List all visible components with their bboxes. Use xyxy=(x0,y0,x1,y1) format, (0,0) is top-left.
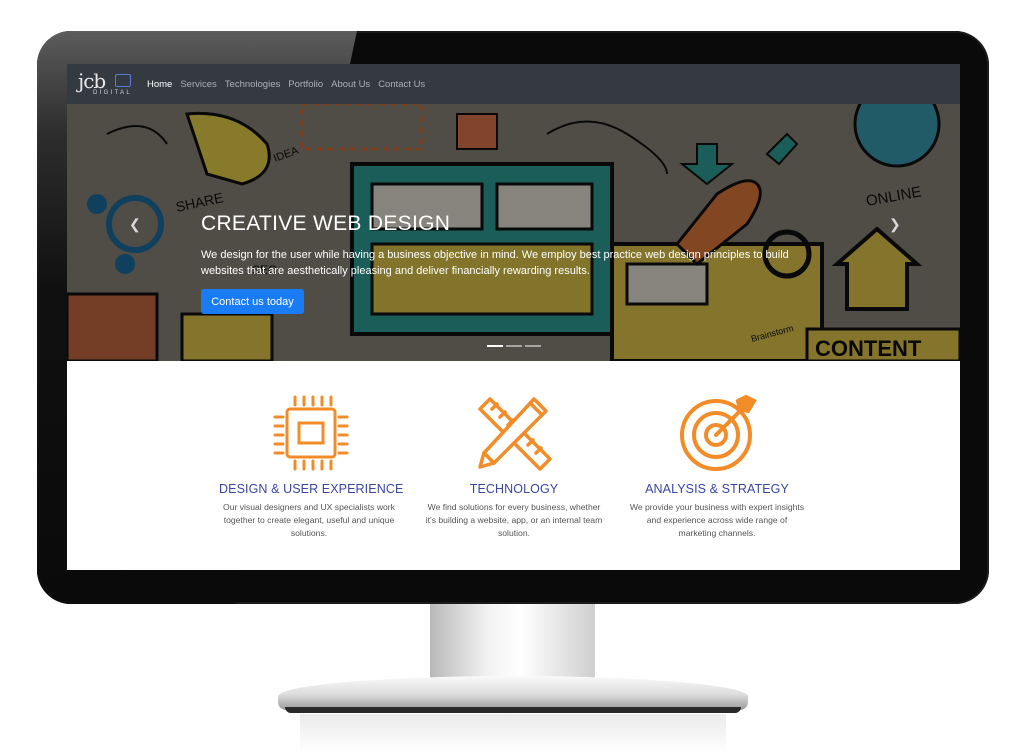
logo-sub-text: DIGITAL xyxy=(93,90,132,96)
nav-link-technologies[interactable]: Technologies xyxy=(221,79,284,90)
pencil-ruler-icon xyxy=(478,397,552,471)
nav-link-portfolio[interactable]: Portfolio xyxy=(284,79,327,90)
hero-title: CREATIVE WEB DESIGN xyxy=(201,212,451,235)
carousel-indicators xyxy=(487,345,541,347)
nav-link-contact-us[interactable]: Contact Us xyxy=(374,79,429,90)
feature-title: TECHNOLOGY xyxy=(469,482,559,496)
feature-title: ANALYSIS & STRATEGY xyxy=(645,482,789,496)
processor-chip-icon xyxy=(273,395,349,471)
website-screen: jcb DIGITAL Home Services Technologies P… xyxy=(67,64,960,570)
features-section: DESIGN & USER EXPERIENCE Our visual desi… xyxy=(67,361,960,570)
carousel-indicator-2[interactable] xyxy=(506,345,522,347)
monitor-stand-edge xyxy=(285,707,741,713)
chevron-left-icon[interactable]: ❮ xyxy=(129,216,141,233)
logo-box-icon xyxy=(115,74,131,87)
chevron-right-icon[interactable]: ❯ xyxy=(889,216,901,233)
carousel-indicator-1[interactable] xyxy=(487,345,503,347)
hero-carousel: SHARE IDEA SEO ONLINE CONTENT Brainstorm xyxy=(67,104,960,361)
target-arrow-icon xyxy=(680,394,757,471)
feature-description: Our visual designers and UX specialists … xyxy=(223,502,395,538)
feature-description: We find solutions for every business, wh… xyxy=(425,502,603,538)
hero-description: We design for the user while having a bu… xyxy=(201,249,789,277)
monitor-stand-neck xyxy=(430,604,595,684)
nav-links: Home Services Technologies Portfolio Abo… xyxy=(143,79,429,90)
contact-us-button[interactable]: Contact us today xyxy=(201,289,304,314)
feature-description: We provide your business with expert ins… xyxy=(629,502,805,538)
feature-title: DESIGN & USER EXPERIENCE xyxy=(219,482,404,496)
carousel-indicator-3[interactable] xyxy=(525,345,541,347)
nav-link-home[interactable]: Home xyxy=(143,79,176,90)
nav-link-about-us[interactable]: About Us xyxy=(327,79,374,90)
monitor-stand-base xyxy=(278,676,748,710)
nav-link-services[interactable]: Services xyxy=(176,79,220,90)
brand-logo[interactable]: jcb DIGITAL xyxy=(75,64,135,104)
navbar: jcb DIGITAL Home Services Technologies P… xyxy=(67,64,960,104)
monitor-stand-reflection xyxy=(300,714,726,754)
